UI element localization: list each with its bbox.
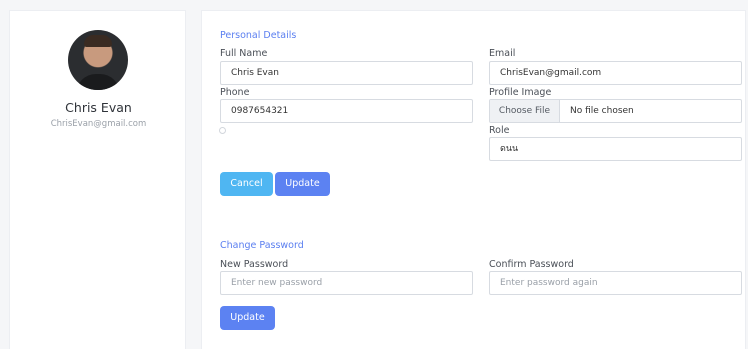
cancel-button[interactable]: Cancel xyxy=(220,172,273,196)
avatar-hair xyxy=(84,35,112,47)
update-password-button[interactable]: Update xyxy=(220,306,275,330)
new-password-input[interactable]: Enter new password xyxy=(220,271,473,295)
role-label: Role xyxy=(489,125,510,136)
radio-option[interactable] xyxy=(219,127,226,134)
update-details-button[interactable]: Update xyxy=(275,172,330,196)
avatar-shirt xyxy=(76,74,120,90)
new-password-label: New Password xyxy=(220,259,289,270)
confirm-password-label: Confirm Password xyxy=(489,259,574,270)
profile-name: Chris Evan xyxy=(65,100,132,115)
confirm-password-input[interactable]: Enter password again xyxy=(489,271,742,295)
email-field[interactable]: ChrisEvan@gmail.com xyxy=(489,61,742,85)
phone-field[interactable]: 0987654321 xyxy=(220,99,473,123)
change-password-title: Change Password xyxy=(220,240,304,251)
profile-image-input[interactable]: Choose File No file chosen xyxy=(489,99,742,123)
file-status-text: No file chosen xyxy=(570,106,634,116)
full-name-field[interactable]: Chris Evan xyxy=(220,61,473,85)
choose-file-button[interactable]: Choose File xyxy=(490,100,560,122)
personal-details-title: Personal Details xyxy=(220,30,297,41)
full-name-label: Full Name xyxy=(220,48,268,59)
role-field[interactable]: ดนน xyxy=(489,137,742,161)
avatar xyxy=(68,30,128,90)
email-label: Email xyxy=(489,48,516,59)
profile-card: Chris Evan ChrisEvan@gmail.com xyxy=(9,10,186,349)
profile-image-label: Profile Image xyxy=(489,87,552,98)
phone-label: Phone xyxy=(220,87,250,98)
profile-email: ChrisEvan@gmail.com xyxy=(50,119,147,129)
